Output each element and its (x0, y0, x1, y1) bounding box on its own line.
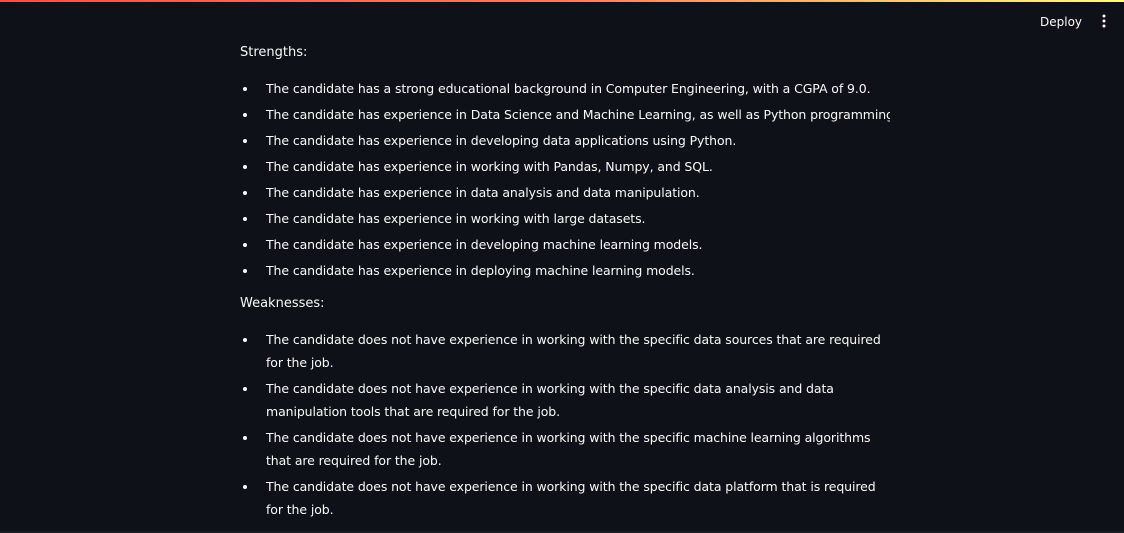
main-menu-button[interactable] (1094, 10, 1114, 34)
strength-item: The candidate has experience in data ana… (240, 181, 890, 204)
strength-item: The candidate has experience in working … (240, 207, 890, 230)
vertical-dots-icon (1102, 13, 1106, 32)
strength-item: The candidate has experience in working … (240, 155, 890, 178)
weaknesses-heading: Weaknesses: (240, 296, 325, 311)
strength-item: The candidate has experience in Data Sci… (240, 103, 890, 126)
weakness-item: The candidate does not have experience i… (240, 426, 890, 472)
strength-item: The candidate has experience in developi… (240, 233, 890, 256)
weakness-item: The candidate does not have experience i… (240, 475, 890, 521)
strengths-list: The candidate has a strong educational b… (240, 77, 890, 282)
main-content: Strengths: The candidate has a strong ed… (240, 42, 890, 524)
strength-item: The candidate has experience in developi… (240, 129, 890, 152)
weaknesses-list: The candidate does not have experience i… (240, 328, 890, 521)
app-header: Deploy (0, 2, 1124, 42)
strength-item: The candidate has experience in deployin… (240, 259, 890, 282)
strengths-heading: Strengths: (240, 45, 308, 60)
strength-item: The candidate has a strong educational b… (240, 77, 890, 100)
weakness-item: The candidate does not have experience i… (240, 377, 890, 423)
weakness-item: The candidate does not have experience i… (240, 328, 890, 374)
deploy-button[interactable]: Deploy (1030, 10, 1092, 34)
